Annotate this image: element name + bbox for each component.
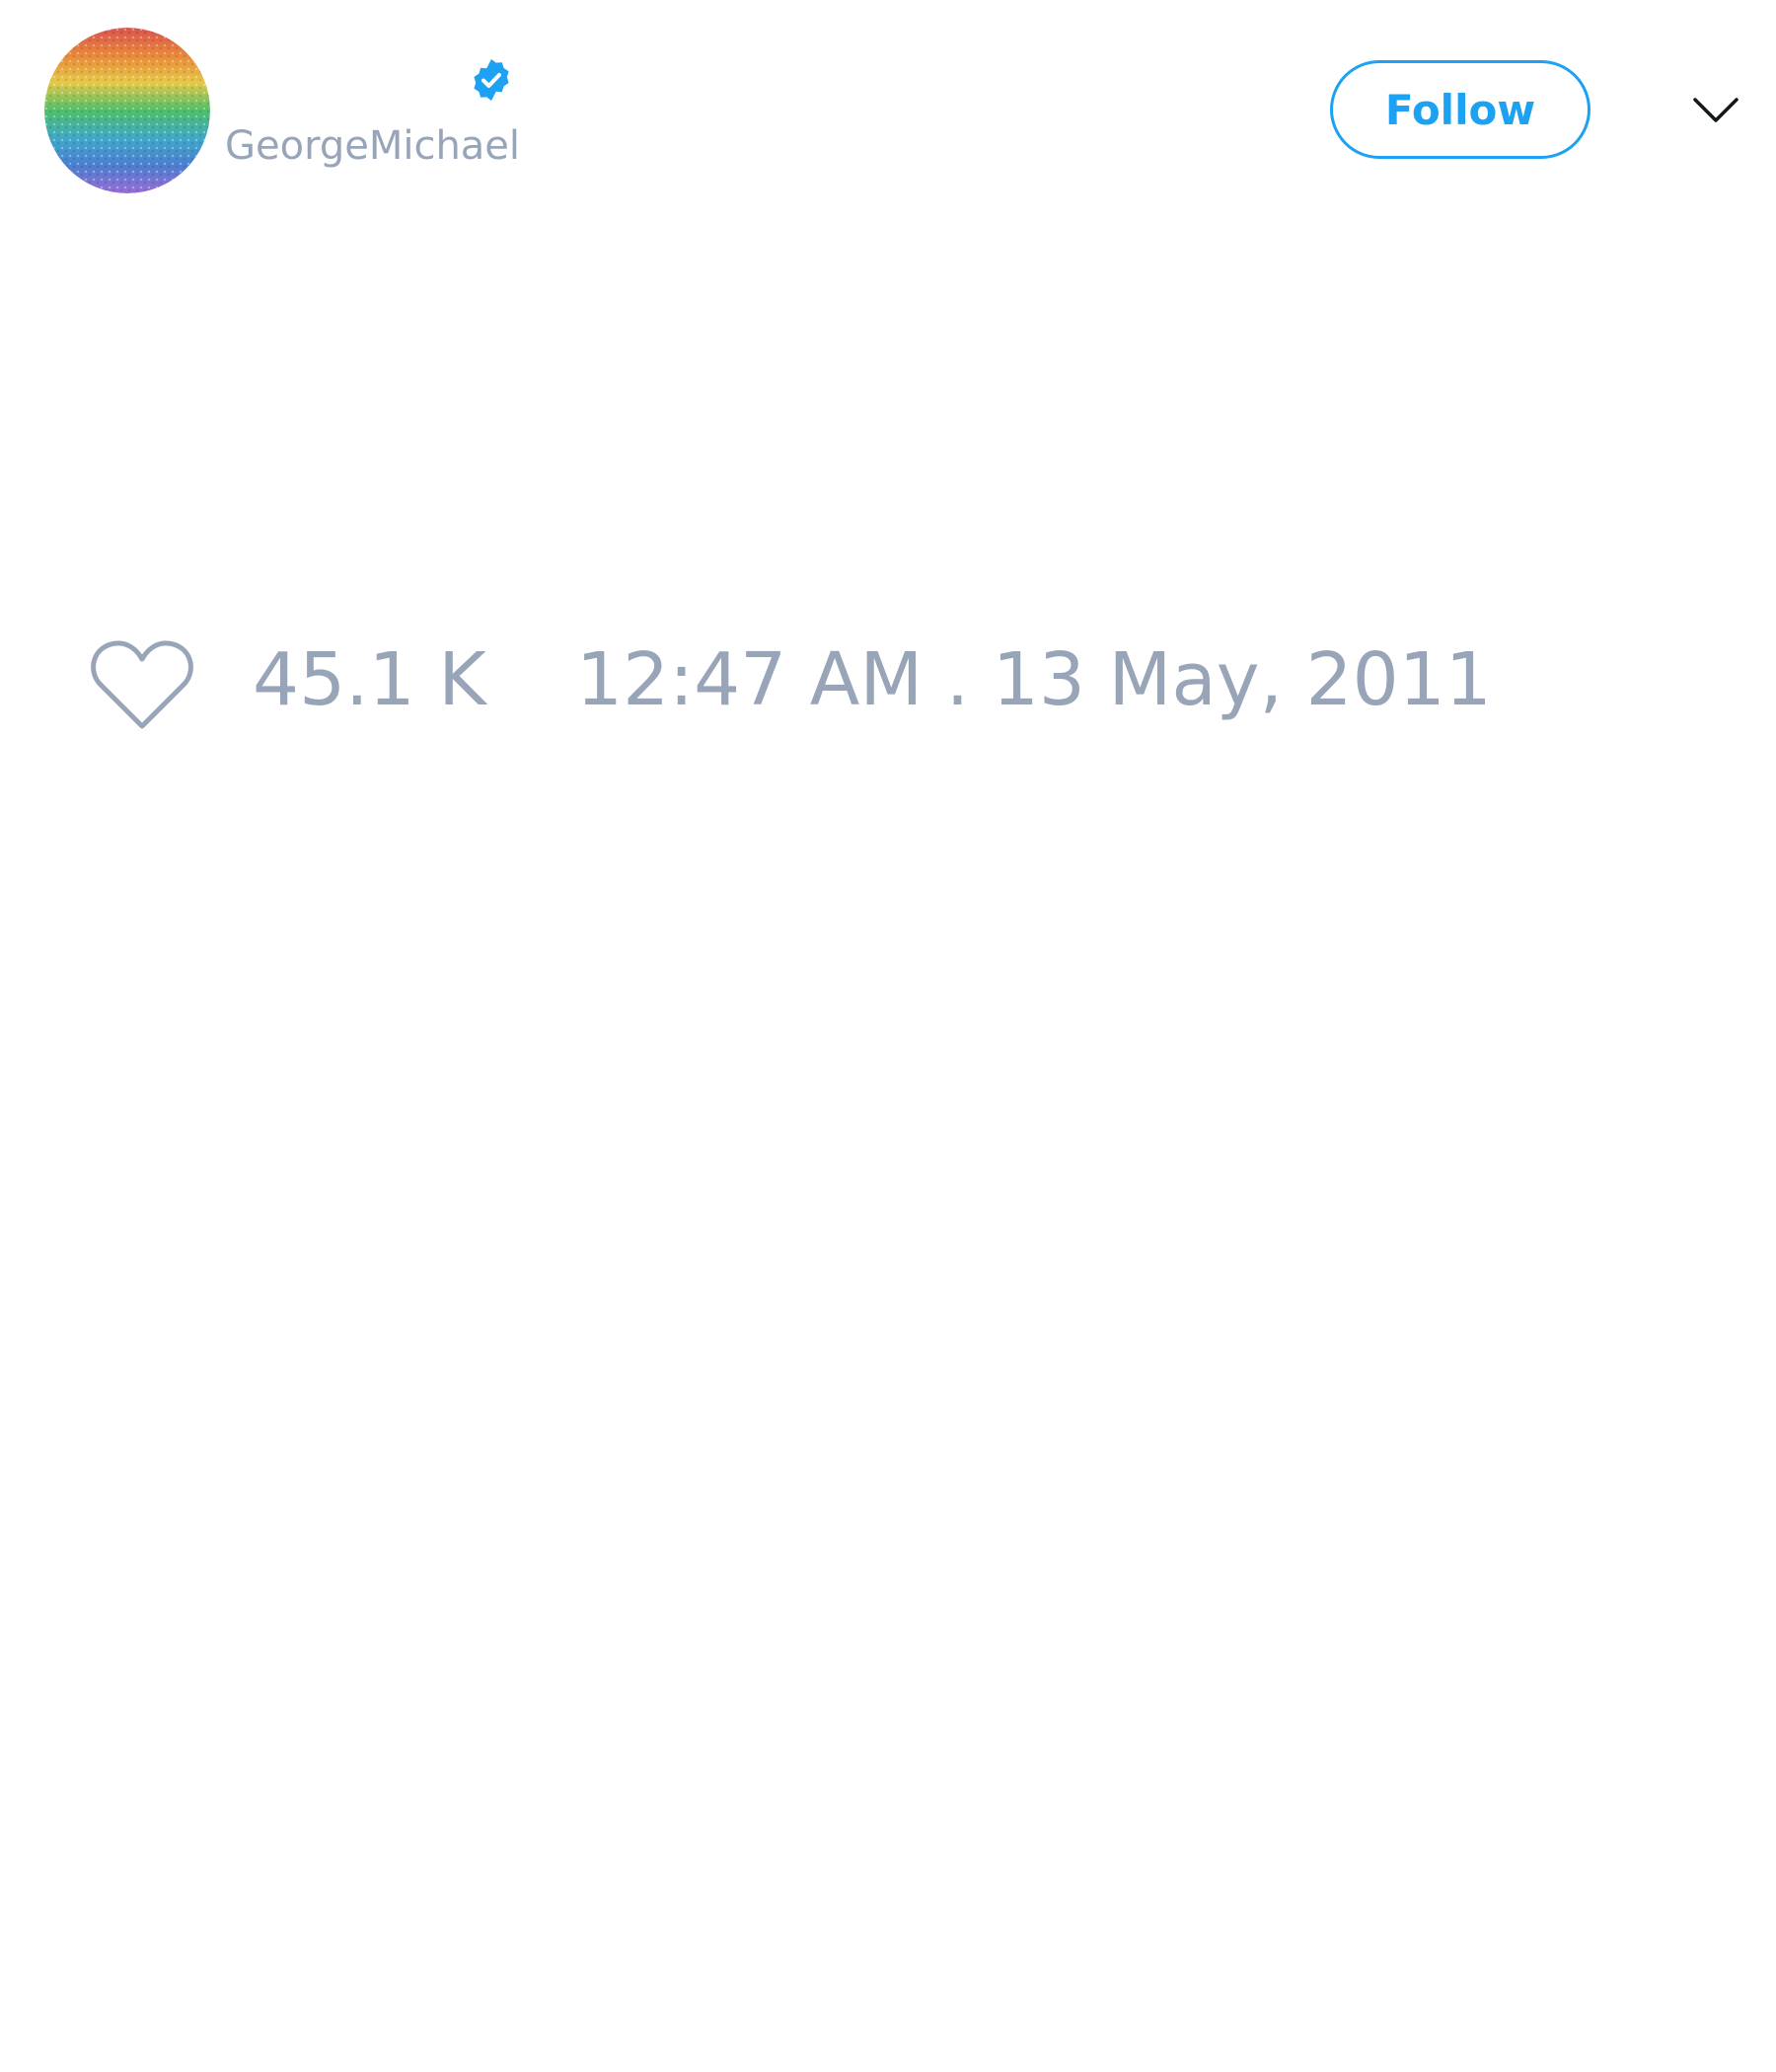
avatar[interactable] bbox=[44, 28, 210, 193]
rainbow-avatar-image bbox=[44, 28, 210, 193]
heart-outline-icon[interactable] bbox=[89, 637, 195, 732]
username[interactable]: GeorgeMichael bbox=[225, 126, 520, 166]
follow-button[interactable]: Follow bbox=[1330, 60, 1591, 159]
more-options-button[interactable] bbox=[1689, 87, 1742, 134]
chevron-down-icon bbox=[1693, 98, 1739, 122]
tweet-header: GeorgeMichael Follow bbox=[0, 0, 1776, 227]
like-count: 45.1 K bbox=[253, 637, 486, 722]
tweet-stats-row: 45.1 K 12:47 AM . 13 May, 2011 bbox=[0, 631, 1776, 740]
verified-badge-icon bbox=[468, 56, 515, 104]
tweet-timestamp[interactable]: 12:47 AM . 13 May, 2011 bbox=[576, 643, 1492, 716]
